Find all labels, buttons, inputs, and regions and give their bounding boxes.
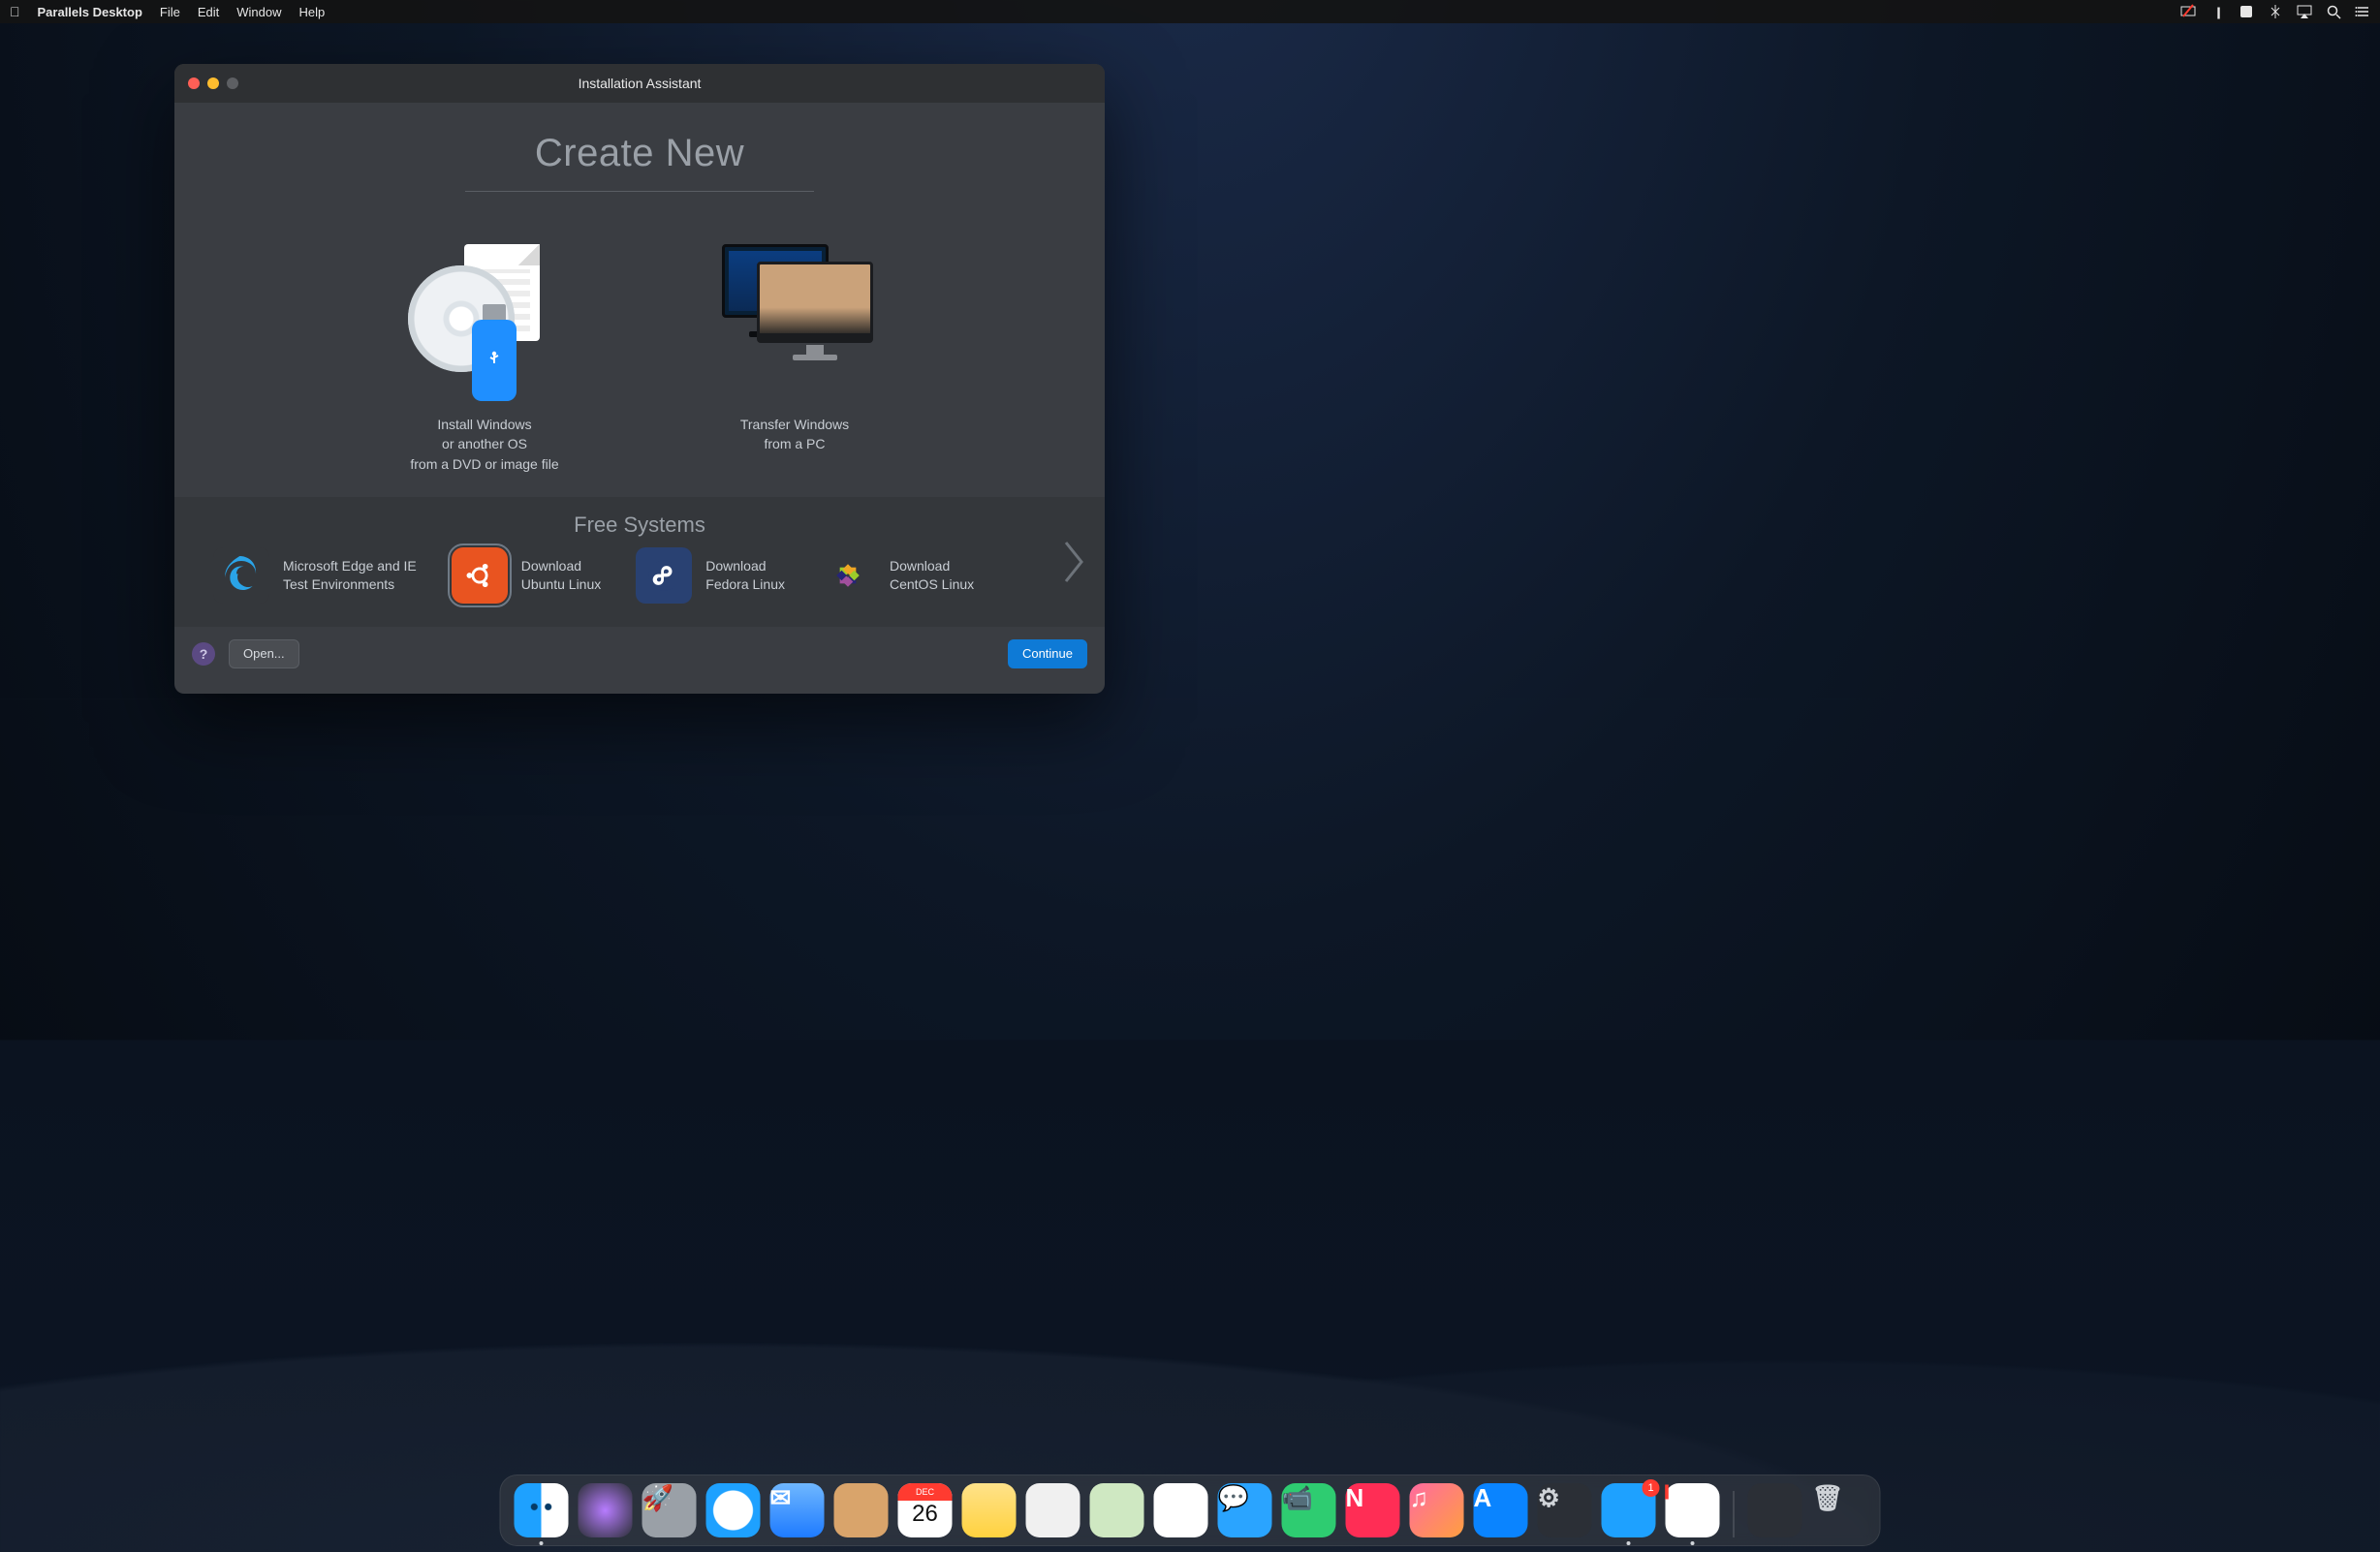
free-system-edge-label: Microsoft Edge and IE Test Environments xyxy=(283,557,417,594)
free-system-label-line: Ubuntu Linux xyxy=(521,575,602,594)
transfer-option-line2: from a PC xyxy=(669,434,921,453)
airplay-icon[interactable] xyxy=(2297,4,2312,19)
parallels-menu-icon[interactable]: || xyxy=(2209,4,2225,19)
dock-appstore[interactable]: A xyxy=(1474,1483,1528,1537)
centos-icon xyxy=(820,547,876,604)
scroll-right-button[interactable] xyxy=(1054,528,1093,596)
transfer-pc-icon xyxy=(712,236,877,401)
free-system-edge[interactable]: Microsoft Edge and IE Test Environments xyxy=(213,547,417,604)
free-system-label-line: Download xyxy=(705,557,785,575)
apple-menu-icon[interactable]:  xyxy=(10,4,20,19)
create-new-section: Create New xyxy=(174,103,1105,207)
dock-launchpad[interactable]: 🚀 xyxy=(642,1483,697,1537)
menu-window[interactable]: Window xyxy=(236,5,281,19)
dock-messages[interactable]: 💬 xyxy=(1218,1483,1272,1537)
heading-divider xyxy=(465,191,814,192)
list-menu-icon[interactable] xyxy=(2355,4,2370,19)
transfer-option-line1: Transfer Windows xyxy=(669,415,921,434)
dock-system-preferences[interactable]: ⚙︎ xyxy=(1538,1483,1592,1537)
free-system-centos-label: Download CentOS Linux xyxy=(890,557,974,594)
dock-safari[interactable] xyxy=(706,1483,761,1537)
fedora-icon xyxy=(636,547,692,604)
install-option-line3: from a DVD or image file xyxy=(359,454,611,474)
dock-parallels[interactable]: || xyxy=(1666,1483,1720,1537)
dock-music[interactable]: ♫ xyxy=(1410,1483,1464,1537)
running-indicator xyxy=(1691,1541,1695,1545)
menu-bar:  Parallels Desktop File Edit Window Hel… xyxy=(0,0,2380,23)
dock-downloads[interactable] xyxy=(1748,1483,1802,1537)
transfer-option-label: Transfer Windows from a PC xyxy=(669,415,921,454)
free-systems-heading: Free Systems xyxy=(213,512,1066,538)
window-titlebar[interactable]: Installation Assistant xyxy=(174,64,1105,103)
free-system-ubuntu[interactable]: Download Ubuntu Linux xyxy=(452,547,602,604)
free-system-ubuntu-label: Download Ubuntu Linux xyxy=(521,557,602,594)
window-title: Installation Assistant xyxy=(579,76,702,91)
desktop-background xyxy=(0,698,2380,1552)
free-system-fedora[interactable]: Download Fedora Linux xyxy=(636,547,785,604)
help-button[interactable]: ? xyxy=(192,642,215,666)
notification-center-icon[interactable] xyxy=(2239,4,2254,19)
dock-finder[interactable] xyxy=(515,1483,569,1537)
open-button[interactable]: Open... xyxy=(229,639,299,668)
free-system-label-line: Fedora Linux xyxy=(705,575,785,594)
window-close-button[interactable] xyxy=(188,78,200,89)
menu-extras: || xyxy=(2180,4,2370,19)
window-controls xyxy=(188,78,238,89)
bluetooth-icon[interactable] xyxy=(2268,4,2283,19)
free-system-fedora-label: Download Fedora Linux xyxy=(705,557,785,594)
dock-siri[interactable] xyxy=(579,1483,633,1537)
menu-file[interactable]: File xyxy=(160,5,180,19)
dock-maps[interactable] xyxy=(1090,1483,1144,1537)
running-indicator xyxy=(540,1541,544,1545)
dock-news[interactable]: N xyxy=(1346,1483,1400,1537)
calendar-day-label: 26 xyxy=(898,1491,953,1537)
create-new-heading: Create New xyxy=(174,132,1105,175)
continue-button[interactable]: Continue xyxy=(1008,639,1087,668)
ubuntu-icon xyxy=(452,547,508,604)
app-menus: File Edit Window Help xyxy=(160,5,325,19)
dock-trash[interactable]: 🗑 xyxy=(1812,1483,1866,1537)
transfer-from-pc-option[interactable]: Transfer Windows from a PC xyxy=(669,236,921,474)
edge-icon xyxy=(213,547,269,604)
dock-reminders[interactable] xyxy=(1026,1483,1080,1537)
free-system-label-line: CentOS Linux xyxy=(890,575,974,594)
install-option-line1: Install Windows xyxy=(359,415,611,434)
window-content: Create New Install Windows or another OS… xyxy=(174,103,1105,694)
install-option-line2: or another OS xyxy=(359,434,611,453)
menu-edit[interactable]: Edit xyxy=(198,5,219,19)
running-indicator xyxy=(1627,1541,1631,1545)
install-media-icon xyxy=(402,236,567,401)
free-system-label-line: Download xyxy=(890,557,974,575)
dock-facetime[interactable]: 📹 xyxy=(1282,1483,1336,1537)
window-zoom-button[interactable] xyxy=(227,78,238,89)
dock-screen-sharing[interactable]: 1 xyxy=(1602,1483,1656,1537)
spotlight-search-icon[interactable] xyxy=(2326,4,2341,19)
create-options: Install Windows or another OS from a DVD… xyxy=(174,207,1105,497)
free-system-label-line: Microsoft Edge and IE xyxy=(283,557,417,575)
window-footer: ? Open... Continue xyxy=(174,627,1105,681)
dock-contacts[interactable] xyxy=(834,1483,889,1537)
menu-help[interactable]: Help xyxy=(299,5,326,19)
dock-photos[interactable] xyxy=(1154,1483,1208,1537)
vm-status-icon[interactable] xyxy=(2180,4,2196,19)
install-from-media-option[interactable]: Install Windows or another OS from a DVD… xyxy=(359,236,611,474)
app-name[interactable]: Parallels Desktop xyxy=(38,5,142,19)
free-system-centos[interactable]: Download CentOS Linux xyxy=(820,547,974,604)
dock-notes[interactable] xyxy=(962,1483,1017,1537)
dock-separator xyxy=(1734,1491,1735,1537)
dock-calendar[interactable]: DEC26 xyxy=(898,1483,953,1537)
free-systems-strip: Free Systems Microsoft Edge and IE Test … xyxy=(174,497,1105,627)
dock-mail[interactable]: ✉︎ xyxy=(770,1483,825,1537)
installation-assistant-window: Installation Assistant Create New Instal… xyxy=(174,64,1105,694)
install-option-label: Install Windows or another OS from a DVD… xyxy=(359,415,611,474)
free-systems-items: Microsoft Edge and IE Test Environments … xyxy=(213,547,1066,604)
free-system-label-line: Download xyxy=(521,557,602,575)
dock-badge: 1 xyxy=(1643,1479,1660,1497)
free-system-label-line: Test Environments xyxy=(283,575,417,594)
window-minimize-button[interactable] xyxy=(207,78,219,89)
dock: 🚀 ✉︎ DEC26 💬 📹 N ♫ A ⚙︎ 1 || 🗑 xyxy=(500,1474,1881,1546)
